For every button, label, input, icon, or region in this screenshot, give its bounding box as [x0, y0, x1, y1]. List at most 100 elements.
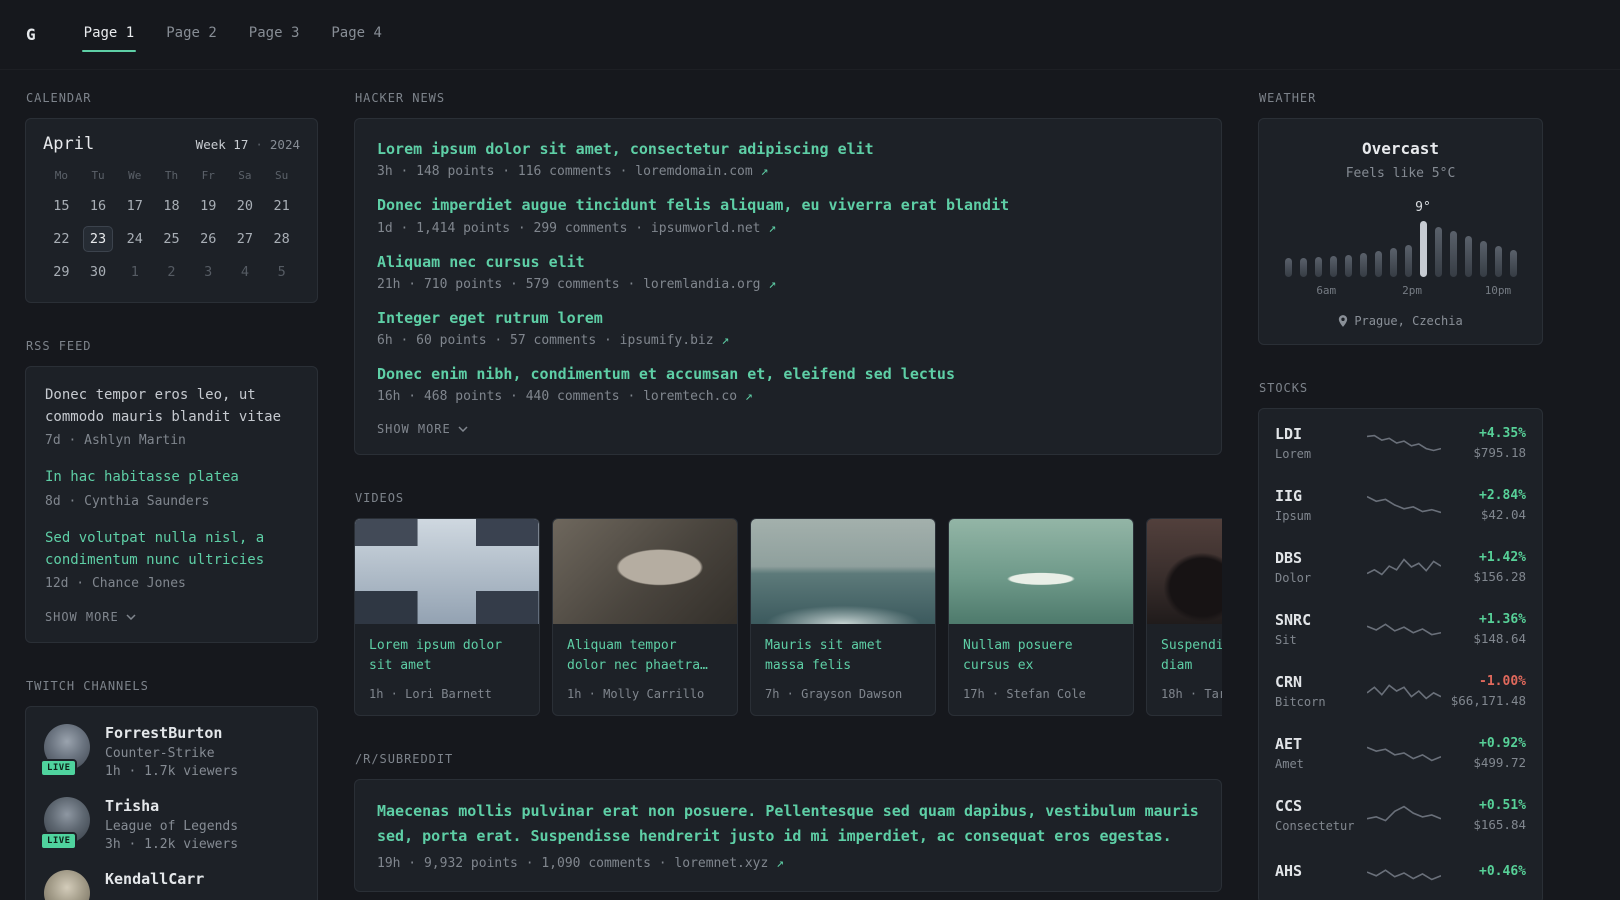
- rss-show-more-button[interactable]: SHOW MORE: [45, 610, 136, 624]
- tab-page-1[interactable]: Page 1: [81, 19, 137, 52]
- hn-item-meta-text: 3h · 148 points · 116 comments · loremdo…: [377, 164, 753, 180]
- hn-item-meta-text: 21h · 710 points · 579 comments · loreml…: [377, 276, 761, 292]
- twitch-channel-row[interactable]: LIVE Trisha League of Legends 3h · 1.2k …: [40, 797, 299, 853]
- calendar-date: 26: [200, 231, 217, 247]
- channel-name[interactable]: ForrestBurton: [105, 724, 238, 742]
- video-card[interactable]: Mauris sit amet massa felis 7h · Grayson…: [750, 518, 936, 717]
- stock-row[interactable]: LDI Lorem +4.35% $795.18: [1259, 412, 1542, 474]
- hackernews-widget-label: HACKER NEWS: [355, 91, 446, 105]
- rss-item: In hac habitasse platea 8d · Cynthia Sau…: [45, 467, 298, 509]
- calendar-date: 24: [126, 231, 143, 247]
- day-name: Fr: [201, 169, 215, 182]
- stock-change: +1.36%: [1479, 612, 1526, 627]
- weather-time: 10pm: [1484, 284, 1512, 297]
- weather-widget-label: WEATHER: [1259, 91, 1317, 105]
- stock-symbol: CRN: [1275, 673, 1303, 691]
- channel-name[interactable]: Trisha: [105, 797, 238, 815]
- tab-page-3[interactable]: Page 3: [247, 19, 302, 50]
- stock-row[interactable]: AET Amet +0.92% $499.72: [1259, 722, 1542, 784]
- video-thumbnail: [1147, 519, 1222, 625]
- stock-row[interactable]: CCS Consectetur +0.51% $165.84: [1259, 784, 1542, 846]
- video-card-body: Mauris sit amet massa felis 7h · Grayson…: [751, 624, 935, 714]
- hn-item-title[interactable]: Donec enim nibh, condimentum et accumsan…: [377, 364, 1199, 384]
- stock-row[interactable]: IIG Ipsum +2.84% $42.04: [1259, 474, 1542, 536]
- channel-viewers: 3h · 1.2k viewers: [105, 837, 239, 853]
- stock-name: Dolor: [1275, 571, 1312, 585]
- stock-id: LDI Lorem: [1275, 425, 1367, 461]
- video-meta: 1h · Molly Carrillo: [567, 686, 705, 701]
- rss-item-title[interactable]: Donec tempor eros leo, ut commodo mauris…: [45, 385, 298, 428]
- stock-values: -1.00% $66,171.48: [1451, 674, 1526, 708]
- video-card[interactable]: Lorem ipsum dolor sit amet consectetu… 1…: [354, 518, 540, 717]
- rss-widget-label: RSS FEED: [26, 339, 92, 353]
- stock-row[interactable]: CRN Bitcorn -1.00% $66,171.48: [1259, 660, 1542, 722]
- video-title[interactable]: Aliquam tempor dolor nec phaetra…: [567, 636, 723, 676]
- stock-change: +1.42%: [1479, 550, 1526, 565]
- video-meta: 18h · Tara: [1161, 686, 1222, 701]
- stocks-widget: STOCKS LDI Lorem +4.35% $795.18 IIG Ipsu…: [1258, 381, 1543, 900]
- tab-page-4[interactable]: Page 4: [329, 19, 384, 50]
- channel-game: League of Legends: [105, 819, 239, 835]
- stock-values: +0.92% $499.72: [1473, 736, 1526, 770]
- video-card-body: Nullam posuere cursus ex 17h · Stefan Co…: [949, 624, 1133, 714]
- twitch-channel-row[interactable]: LIVE ForrestBurton Counter-Strike 1h · 1…: [40, 724, 299, 779]
- rss-item-meta: 12d · Chance Jones: [45, 576, 186, 592]
- weather-current-temp: 9°: [1415, 200, 1431, 216]
- hn-show-more-button[interactable]: SHOW MORE: [377, 422, 468, 436]
- external-link-icon[interactable]: ↗: [768, 221, 776, 236]
- weather-time-labels: 6am 2pm 10pm: [1285, 284, 1517, 299]
- weather-bar: [1494, 246, 1502, 277]
- video-card[interactable]: Aliquam tempor dolor nec phaetra… 1h · M…: [552, 518, 738, 717]
- calendar-date: 17: [126, 198, 143, 214]
- video-card[interactable]: Suspendisse potenti diam 18h · Tara: [1146, 518, 1222, 717]
- calendar-week: Week 17: [195, 137, 249, 152]
- stock-id: AET Amet: [1275, 735, 1367, 771]
- twitch-widget: TWITCH CHANNELS LIVE ForrestBurton Count…: [25, 679, 318, 900]
- stock-row[interactable]: AHS +0.46%: [1259, 846, 1542, 900]
- external-link-icon[interactable]: ↗: [745, 389, 753, 404]
- hn-item-title[interactable]: Lorem ipsum dolor sit amet, consectetur …: [377, 139, 1199, 159]
- dashboard-content: CALENDAR April Week 17 · 2024 Mo Tu We T…: [0, 70, 1620, 900]
- channel-name[interactable]: KendallCarr: [105, 870, 204, 888]
- calendar-widget: CALENDAR April Week 17 · 2024 Mo Tu We T…: [25, 91, 318, 303]
- stock-row[interactable]: DBS Dolor +1.42% $156.28: [1259, 536, 1542, 598]
- weather-bar: [1344, 254, 1352, 277]
- calendar-card: April Week 17 · 2024 Mo Tu We Th Fr Sa S…: [25, 118, 318, 303]
- rss-item-title[interactable]: Sed volutpat nulla nisl, a condimentum n…: [45, 528, 298, 571]
- external-link-icon[interactable]: ↗: [776, 856, 784, 871]
- twitch-channel-row[interactable]: LIVE KendallCarr: [44, 870, 299, 900]
- day-name: Sa: [238, 169, 252, 182]
- weather-bar: [1314, 257, 1322, 277]
- tab-page-2[interactable]: Page 2: [164, 19, 219, 50]
- stock-change: -1.00%: [1479, 674, 1526, 689]
- video-card[interactable]: Nullam posuere cursus ex 17h · Stefan Co…: [948, 518, 1134, 717]
- video-card-body: Aliquam tempor dolor nec phaetra… 1h · M…: [553, 624, 737, 714]
- rss-item-title[interactable]: In hac habitasse platea: [45, 467, 298, 489]
- video-title[interactable]: Lorem ipsum dolor sit amet consectetu…: [369, 636, 525, 677]
- stock-symbol: DBS: [1275, 549, 1303, 567]
- stock-name: Sit: [1275, 633, 1297, 647]
- video-thumbnail: [949, 519, 1133, 625]
- external-link-icon[interactable]: ↗: [768, 277, 776, 292]
- external-link-icon[interactable]: ↗: [721, 333, 729, 348]
- hn-item-meta: 3h · 148 points · 116 comments · loremdo…: [377, 164, 1199, 179]
- calendar-separator: ·: [255, 137, 263, 152]
- external-link-icon[interactable]: ↗: [761, 164, 769, 179]
- hn-item-title[interactable]: Aliquam nec cursus elit: [377, 252, 1199, 272]
- hn-item-title[interactable]: Donec imperdiet augue tincidunt felis al…: [377, 195, 1199, 215]
- twitch-avatar-wrap: LIVE: [40, 724, 90, 778]
- calendar-date: 25: [163, 231, 180, 247]
- stock-row[interactable]: SNRC Sit +1.36% $148.64: [1259, 598, 1542, 660]
- stock-id: AHS: [1275, 862, 1367, 884]
- calendar-grid: Mo Tu We Th Fr Sa Su 15 16 17 18 19 20 2…: [43, 169, 300, 285]
- video-thumbnail: [553, 519, 737, 625]
- location-pin-icon: [1339, 315, 1348, 327]
- hn-item-title[interactable]: Integer eget rutrum lorem: [377, 308, 1199, 328]
- subreddit-widget: /R/SUBREDDIT Maecenas mollis pulvinar er…: [354, 752, 1222, 892]
- video-title[interactable]: Mauris sit amet massa felis: [765, 636, 921, 676]
- stock-price: $156.28: [1473, 569, 1526, 584]
- video-card-body: Suspendisse potenti diam 18h · Tara: [1147, 624, 1222, 714]
- subreddit-post-title[interactable]: Maecenas mollis pulvinar erat non posuer…: [377, 799, 1199, 849]
- video-title[interactable]: Nullam posuere cursus ex: [963, 636, 1119, 676]
- video-title[interactable]: Suspendisse potenti diam: [1161, 636, 1222, 676]
